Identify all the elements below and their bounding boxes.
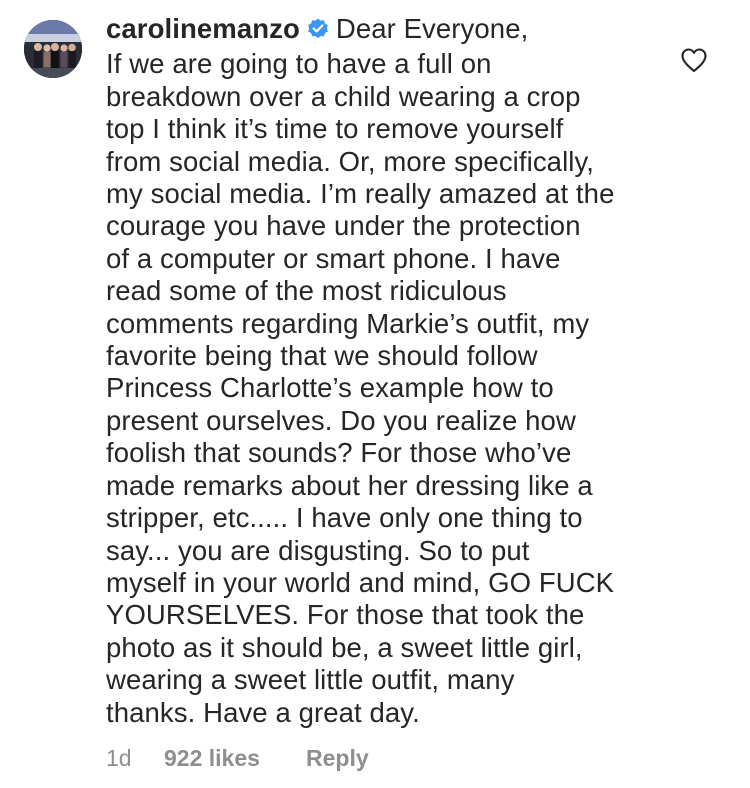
comment-timestamp[interactable]: 1d <box>106 745 164 772</box>
reply-button[interactable]: Reply <box>306 745 369 772</box>
comment-meta: 1d 922 likes Reply <box>106 745 369 772</box>
comment-item: carolinemanzo Dear Everyone, If we are go… <box>0 0 750 788</box>
comment-body: carolinemanzo Dear Everyone, If we are go… <box>106 13 666 729</box>
verified-badge-icon <box>306 16 330 48</box>
avatar[interactable] <box>24 20 82 78</box>
heart-outline-icon[interactable] <box>680 47 708 73</box>
comment-text: Dear Everyone, If we are going to have a… <box>106 13 615 728</box>
username-link[interactable]: carolinemanzo <box>106 13 300 44</box>
comment-likes-count[interactable]: 922 likes <box>164 745 306 772</box>
